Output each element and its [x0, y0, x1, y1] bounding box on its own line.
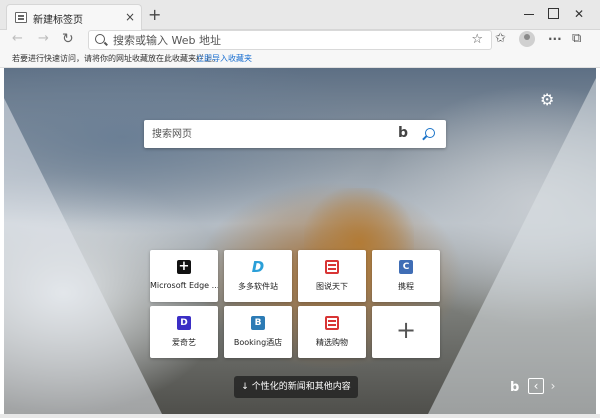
- next-image-button[interactable]: ›: [548, 378, 558, 394]
- address-bar[interactable]: ☆: [88, 30, 492, 50]
- bing-logo-icon: b: [510, 380, 520, 395]
- quick-link-tile[interactable]: D 爱奇艺: [150, 306, 218, 358]
- add-quick-link-tile[interactable]: +: [372, 306, 440, 358]
- quick-link-tile[interactable]: 图说天下: [298, 250, 366, 302]
- quick-link-tile[interactable]: D 多多软件站: [224, 250, 292, 302]
- favorites-icon[interactable]: ✩: [495, 31, 506, 47]
- tile-label: 精选购物: [316, 338, 348, 347]
- import-favorites-link[interactable]: 立即导入收藏夹: [196, 53, 252, 64]
- web-search-box[interactable]: b: [144, 120, 446, 148]
- window-bottom-edge: [0, 414, 600, 418]
- tab-new-tab[interactable]: 新建标签页 ×: [6, 4, 142, 31]
- iqiyi-d-icon: D: [177, 316, 191, 330]
- favorites-bar-prompt: 若要进行快速访问，请将你的网址收藏放在此收藏夹栏上。: [12, 54, 220, 63]
- tile-label: Microsoft Edge ...: [150, 281, 218, 290]
- search-submit-icon[interactable]: [425, 128, 435, 138]
- title-bar: 新建标签页 × + ✕: [0, 0, 600, 31]
- tile-label: 携程: [398, 282, 414, 291]
- news-icon: [325, 260, 339, 274]
- favorites-bar: 若要进行快速访问，请将你的网址收藏放在此收藏夹栏上。 立即导入收藏夹: [0, 50, 600, 68]
- tab-title: 新建标签页: [33, 15, 83, 26]
- add-favorite-star-icon[interactable]: ☆: [471, 32, 483, 47]
- background-image: ⚙ b + Microsoft Edge ... D 多多软件站 图说天下 C …: [4, 68, 596, 414]
- snowy-mountain-right: [426, 78, 596, 414]
- booking-b-icon: B: [251, 316, 265, 330]
- more-menu-icon[interactable]: ···: [548, 31, 562, 47]
- quick-link-tile[interactable]: B Booking酒店: [224, 306, 292, 358]
- edge-plus-icon: +: [177, 259, 191, 274]
- ctrip-c-icon: C: [399, 260, 413, 274]
- tile-label: 多多软件站: [238, 282, 278, 291]
- shopping-icon: [325, 316, 339, 330]
- close-window-icon[interactable]: ✕: [556, 0, 600, 30]
- gear-icon[interactable]: ⚙: [540, 92, 556, 108]
- personalized-news-button[interactable]: ↓ 个性化的新闻和其他内容: [234, 376, 358, 398]
- profile-avatar[interactable]: [519, 31, 535, 47]
- refresh-icon[interactable]: ↻: [62, 31, 74, 47]
- bing-icon: b: [398, 125, 409, 141]
- search-icon: [95, 34, 105, 44]
- quick-link-tile[interactable]: + Microsoft Edge ...: [150, 250, 218, 302]
- address-input[interactable]: [113, 33, 453, 47]
- new-tab-page-icon: [15, 12, 27, 23]
- back-icon[interactable]: ←: [12, 31, 23, 47]
- tile-label: 图说天下: [316, 282, 348, 291]
- duoduo-d-icon: D: [251, 258, 265, 276]
- snowy-mountain-left: [4, 98, 164, 414]
- navigation-bar: ← → ↻ ☆ ✩ ··· ⧉: [0, 30, 600, 50]
- previous-image-button[interactable]: ‹: [528, 378, 544, 394]
- new-tab-button[interactable]: +: [148, 7, 161, 23]
- tab-close-icon[interactable]: ×: [125, 9, 135, 25]
- quick-link-tile[interactable]: C 携程: [372, 250, 440, 302]
- tile-label: 爱奇艺: [172, 338, 196, 347]
- quick-link-tile[interactable]: 精选购物: [298, 306, 366, 358]
- forward-icon[interactable]: →: [38, 31, 49, 47]
- collections-icon[interactable]: ⧉: [572, 31, 581, 47]
- search-input[interactable]: [152, 127, 372, 141]
- add-icon: +: [395, 316, 417, 344]
- tile-label: Booking酒店: [233, 338, 283, 347]
